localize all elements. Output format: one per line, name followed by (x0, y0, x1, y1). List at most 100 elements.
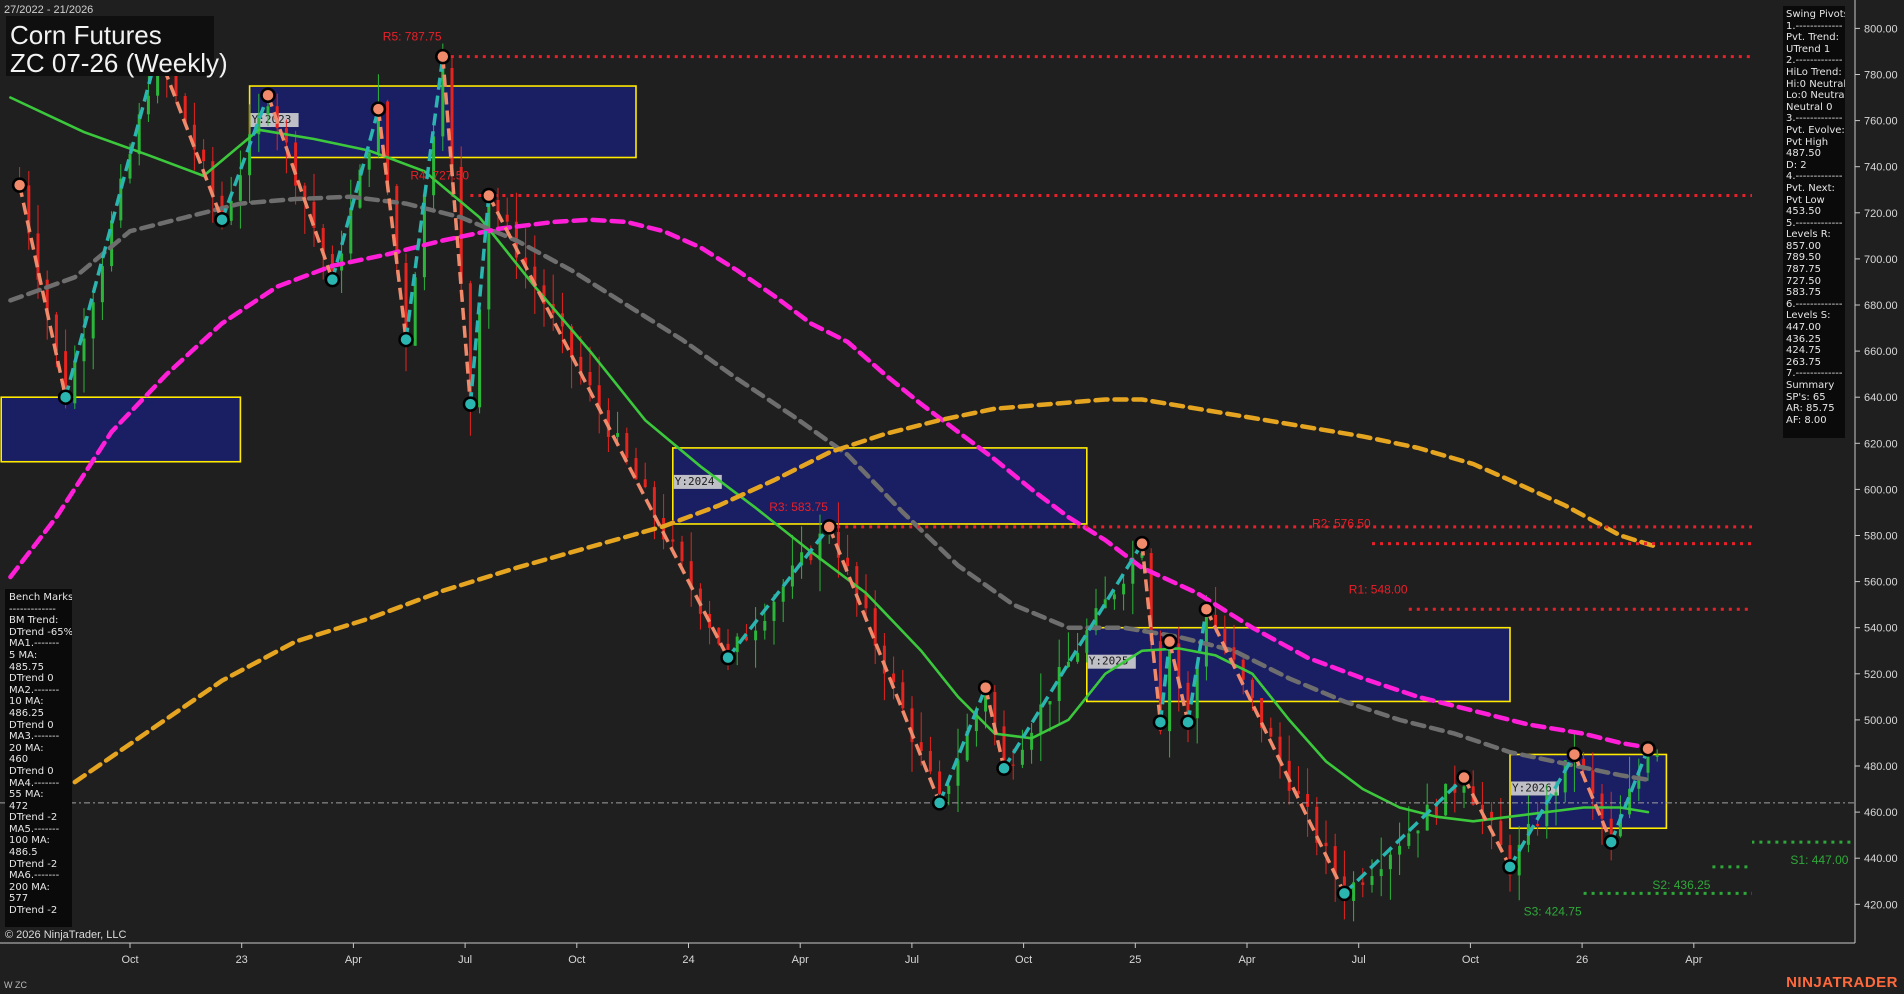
x-tick-label: 26 (1576, 954, 1588, 966)
candle-body (1407, 833, 1411, 846)
panel-line: 577 (9, 893, 29, 905)
candle-body (790, 565, 794, 587)
support-label: S2: 436.25 (1652, 878, 1710, 892)
candle-body (91, 302, 95, 339)
panel-line: 4.------------- (1786, 171, 1843, 183)
swing-pivot-marker (1456, 769, 1472, 786)
panel-line: 5.------------- (1786, 217, 1843, 229)
candle-body (146, 95, 150, 115)
y-tick-label: 640.00 (1864, 392, 1898, 404)
swing-pivot-marker (931, 795, 948, 811)
candle-body (680, 541, 684, 562)
candle-body (294, 142, 298, 186)
panel-line: 787.75 (1786, 264, 1821, 276)
candle-body (1030, 732, 1034, 750)
candle-body (1536, 823, 1540, 827)
candle-body (1269, 727, 1273, 737)
candle-body (202, 149, 206, 162)
x-tick-label: Oct (1462, 954, 1479, 966)
chart-subtitle: ZC 07-26 (Weekly) (10, 48, 228, 78)
swing-pivot-marker (720, 649, 736, 666)
candle-body (36, 233, 40, 280)
swing-pivot-marker (977, 679, 994, 696)
candle-body (781, 586, 785, 602)
panel-line: 100 MA: (9, 835, 50, 847)
panel-line: AR: 85.75 (1786, 403, 1835, 415)
candle-body (1609, 818, 1613, 837)
candle-body (928, 751, 932, 772)
swing-pivot-marker (1180, 714, 1196, 730)
brand-logo[interactable]: NINJATRADER (1786, 974, 1898, 991)
y-tick-label: 420.00 (1864, 899, 1898, 911)
panel-line: Hi:0 Neutral (1786, 78, 1845, 90)
swing-pivot-marker (462, 396, 479, 412)
y-tick-label: 660.00 (1864, 346, 1898, 358)
candle-body (1324, 842, 1328, 847)
swing-pivot-marker (370, 101, 387, 117)
swing-pivot-marker (996, 760, 1012, 777)
candle-body (579, 356, 583, 372)
swing-pivot-marker (481, 187, 497, 204)
candle-body (643, 479, 647, 488)
y-tick-label: 720.00 (1864, 208, 1898, 220)
panel-line: MA5.------- (9, 823, 60, 835)
candle-body (588, 371, 592, 386)
y-tick-label: 780.00 (1864, 70, 1898, 82)
candle-body (1388, 854, 1392, 870)
swing-pivot-marker (324, 271, 341, 288)
candle-body (1195, 666, 1199, 719)
y-tick-label: 600.00 (1864, 484, 1898, 496)
x-tick-label: Oct (1015, 954, 1032, 966)
candle-body (1085, 630, 1089, 653)
chart-title: Corn Futures (10, 20, 162, 50)
y-tick-label: 480.00 (1864, 761, 1898, 773)
swing-pivot-marker (1161, 633, 1178, 650)
candle-body (947, 785, 951, 794)
candle-body (349, 207, 353, 254)
panel-line: DTrend -2 (9, 858, 58, 870)
panel-line: DTrend -2 (9, 812, 58, 824)
panel-line: 20 MA: (9, 742, 44, 754)
panel-line: MA3.------- (9, 731, 60, 743)
resistance-label: R2: 576.50 (1312, 517, 1371, 531)
candle-body (100, 266, 104, 303)
candle-body (1499, 820, 1503, 846)
swing-pivot-marker (1198, 601, 1215, 618)
panel-line: 453.50 (1786, 206, 1821, 218)
candle-body (505, 214, 509, 222)
resistance-label: R5: 787.75 (383, 30, 442, 44)
candle-body (1600, 793, 1604, 819)
candle-body (1306, 794, 1310, 807)
panel-line: 200 MA: (9, 881, 50, 893)
candle-body (1112, 594, 1116, 600)
panel-line: 6.------------- (1786, 298, 1843, 310)
candle-body (1646, 756, 1650, 773)
panel-line: MA2.------- (9, 684, 60, 696)
copyright-text: © 2026 NinjaTrader, LLC (5, 929, 127, 941)
price-chart[interactable]: Y:2023Y:2024Y:2025Y:2026 R5: 787.75R4: 7… (0, 0, 1904, 994)
y-tick-label: 520.00 (1864, 669, 1898, 681)
panel-line: 447.00 (1786, 322, 1821, 334)
candle-body (266, 106, 270, 115)
panel-line: 424.75 (1786, 345, 1821, 357)
candle-body (873, 608, 877, 646)
candle-body (1655, 754, 1659, 757)
panel-line: 857.00 (1786, 240, 1821, 252)
panel-line: Pvt Low (1786, 194, 1825, 206)
swing-pivot-marker (11, 177, 28, 193)
candle-body (1149, 553, 1153, 642)
panel-line: 486.25 (9, 707, 44, 719)
candle-body (1462, 786, 1466, 793)
x-tick-label: 23 (236, 954, 248, 966)
y-tick-label: 560.00 (1864, 577, 1898, 589)
candle-body (1122, 583, 1126, 595)
candle-body (1444, 783, 1448, 816)
panel-line: DTrend 0 (9, 673, 54, 685)
x-tick-label: Apr (1685, 954, 1702, 966)
year-box-label: Y:2024 (675, 475, 715, 488)
panel-line: DTrend -65% (9, 626, 72, 638)
panel-line: 789.50 (1786, 252, 1821, 264)
swing-pivot-marker (1566, 746, 1583, 763)
candle-body (1057, 667, 1061, 702)
panel-line: DTrend -2 (9, 905, 58, 917)
